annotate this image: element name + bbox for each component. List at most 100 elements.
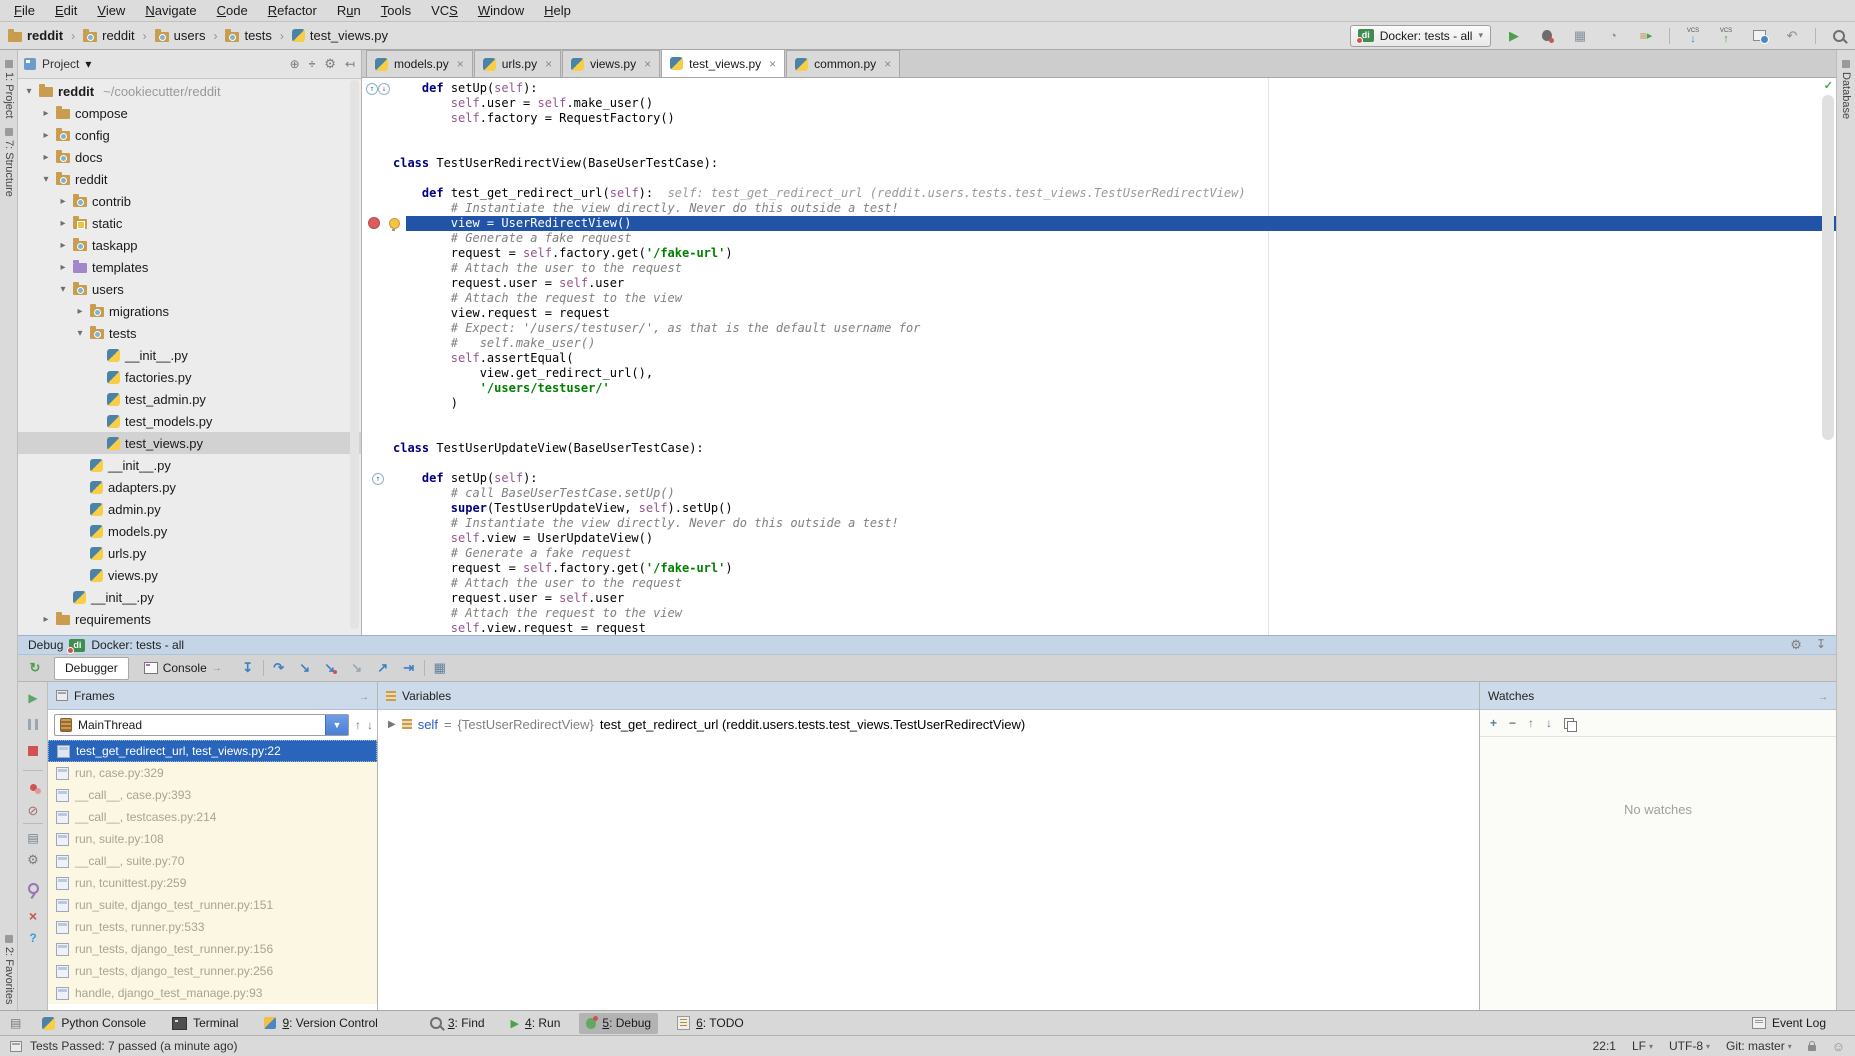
status-widget-git-master[interactable]: Git: master [1726,1039,1792,1053]
profiler-button[interactable] [1603,26,1623,46]
code-area[interactable]: def setUp(self): self.user = self.make_u… [362,78,1836,635]
resume-button[interactable] [23,688,43,708]
run-manage-py-task-button[interactable] [1636,26,1656,46]
tree-item-migrations[interactable]: migrations [18,300,361,322]
breadcrumb-item-tests[interactable]: tests [223,28,273,43]
previous-frame-button[interactable] [355,718,361,732]
collapse-arrow-icon[interactable] [75,328,85,339]
expand-icon[interactable] [388,719,396,730]
editor-tab-models.py[interactable]: models.py [366,50,473,77]
rerun-button[interactable] [24,658,46,678]
close-tab-icon[interactable] [457,57,464,71]
tree-item-contrib[interactable]: contrib [18,190,361,212]
status-widget-utf-8[interactable]: UTF-8 [1669,1039,1710,1053]
stack-frame-row[interactable]: __call__, case.py:393 [48,784,377,806]
menu-item-view[interactable]: View [87,3,135,18]
tool-window-button--todo[interactable]: 6: TODO [670,1013,751,1034]
tree-item-admin.py[interactable]: admin.py [18,498,361,520]
view-breakpoints-button[interactable] [23,777,43,797]
move-watch-up-button[interactable] [1528,716,1534,730]
menu-item-help[interactable]: Help [534,3,581,18]
tree-item-users[interactable]: users [18,278,361,300]
breadcrumb-item-users[interactable]: users [153,28,208,43]
tree-item-__init__.py[interactable]: __init__.py [18,344,361,366]
tree-item-views.py[interactable]: views.py [18,564,361,586]
project-settings-button[interactable] [324,56,336,72]
run-with-coverage-button[interactable] [1570,26,1590,46]
tree-item-__init__.py[interactable]: __init__.py [18,586,361,608]
expand-arrow-icon[interactable] [58,218,68,229]
event-log-button[interactable]: Event Log [1745,1013,1833,1034]
evaluate-expression-button[interactable] [429,658,451,678]
editor-tab-test_views.py[interactable]: test_views.py [661,50,785,77]
panel-options-icon[interactable] [359,689,369,703]
copy-watch-button[interactable] [1564,718,1574,729]
thread-dropdown-button[interactable]: ▼ [325,715,348,735]
close-button[interactable] [23,906,43,926]
overrides-method-icon[interactable] [372,473,384,485]
collapse-all-button[interactable] [309,57,316,71]
tool-window-button-structure[interactable]: 7: Structure [3,128,15,197]
mute-breakpoints-button[interactable] [23,801,43,821]
step-into-button[interactable] [294,658,316,678]
vcs-update-button[interactable] [1683,26,1703,46]
tree-item-urls.py[interactable]: urls.py [18,542,361,564]
stack-frame-row[interactable]: run_tests, runner.py:533 [48,916,377,938]
help-button[interactable] [23,928,43,948]
stack-frame-row[interactable]: run, tcunittest.py:259 [48,872,377,894]
run-button[interactable] [1504,26,1524,46]
thread-selector[interactable]: MainThread ▼ [54,714,349,736]
collapse-arrow-icon[interactable] [41,174,51,185]
expand-arrow-icon[interactable] [41,152,51,163]
editor-tab-common.py[interactable]: common.py [786,50,900,77]
add-watch-button[interactable] [1490,716,1497,730]
breadcrumb-item-reddit[interactable]: reddit [81,28,137,43]
pause-button[interactable] [23,714,43,734]
menu-item-window[interactable]: Window [468,3,534,18]
stack-frame-row[interactable]: run_tests, django_test_runner.py:156 [48,938,377,960]
tool-window-button--version-control[interactable]: 9: Version Control [257,1013,384,1034]
show-execution-point-button[interactable] [237,658,259,678]
hide-panel-button[interactable] [345,57,355,71]
stack-frame-row[interactable]: test_get_redirect_url, test_views.py:22 [48,740,377,762]
tool-windows-icon[interactable] [10,1016,21,1030]
tree-item-docs[interactable]: docs [18,146,361,168]
tool-window-button--run[interactable]: 4: Run [504,1013,568,1034]
run-configuration-select[interactable]: Docker: tests - all [1350,25,1491,47]
expand-arrow-icon[interactable] [58,262,68,273]
breadcrumb-item-test_views.py[interactable]: test_views.py [290,28,390,43]
menu-item-navigate[interactable]: Navigate [135,3,206,18]
tree-item-compose[interactable]: compose [18,102,361,124]
menu-item-file[interactable]: File [4,3,45,18]
panel-options-icon[interactable] [1818,689,1828,703]
menu-item-refactor[interactable]: Refactor [258,3,327,18]
overridden-method-icon[interactable] [378,83,390,95]
expand-arrow-icon[interactable] [75,306,85,317]
local-history-button[interactable] [1749,26,1769,46]
stop-button[interactable] [23,741,43,761]
stack-frame-row[interactable]: handle, django_test_manage.py:93 [48,982,377,1004]
variable-row[interactable]: self = {TestUserRedirectView} test_get_r… [378,714,1479,734]
close-tab-icon[interactable] [769,57,776,71]
debugger-settings-button[interactable] [23,850,43,870]
close-tab-icon[interactable] [884,57,891,71]
close-tab-icon[interactable] [545,57,552,71]
lock-icon[interactable] [1808,1045,1816,1051]
chevron-down-icon[interactable] [85,57,91,71]
breakpoint-icon[interactable] [368,217,380,229]
tool-window-button--debug[interactable]: 5: Debug [579,1013,658,1034]
tool-window-button-python-console[interactable]: Python Console [35,1013,153,1034]
rollback-button[interactable] [1782,26,1802,46]
tool-window-button-project[interactable]: 1: Project [3,60,15,118]
tree-item-test_models.py[interactable]: test_models.py [18,410,361,432]
restore-layout-button[interactable] [23,828,43,848]
expand-arrow-icon[interactable] [58,196,68,207]
expand-arrow-icon[interactable] [41,108,51,119]
tree-item-templates[interactable]: templates [18,256,361,278]
expand-arrow-icon[interactable] [41,614,51,625]
collapse-arrow-icon[interactable] [24,86,34,97]
stack-frame-row[interactable]: __call__, testcases.py:214 [48,806,377,828]
vcs-commit-button[interactable] [1716,26,1736,46]
tree-item-test_views.py[interactable]: test_views.py [18,432,361,454]
run-to-cursor-button[interactable] [398,658,420,678]
